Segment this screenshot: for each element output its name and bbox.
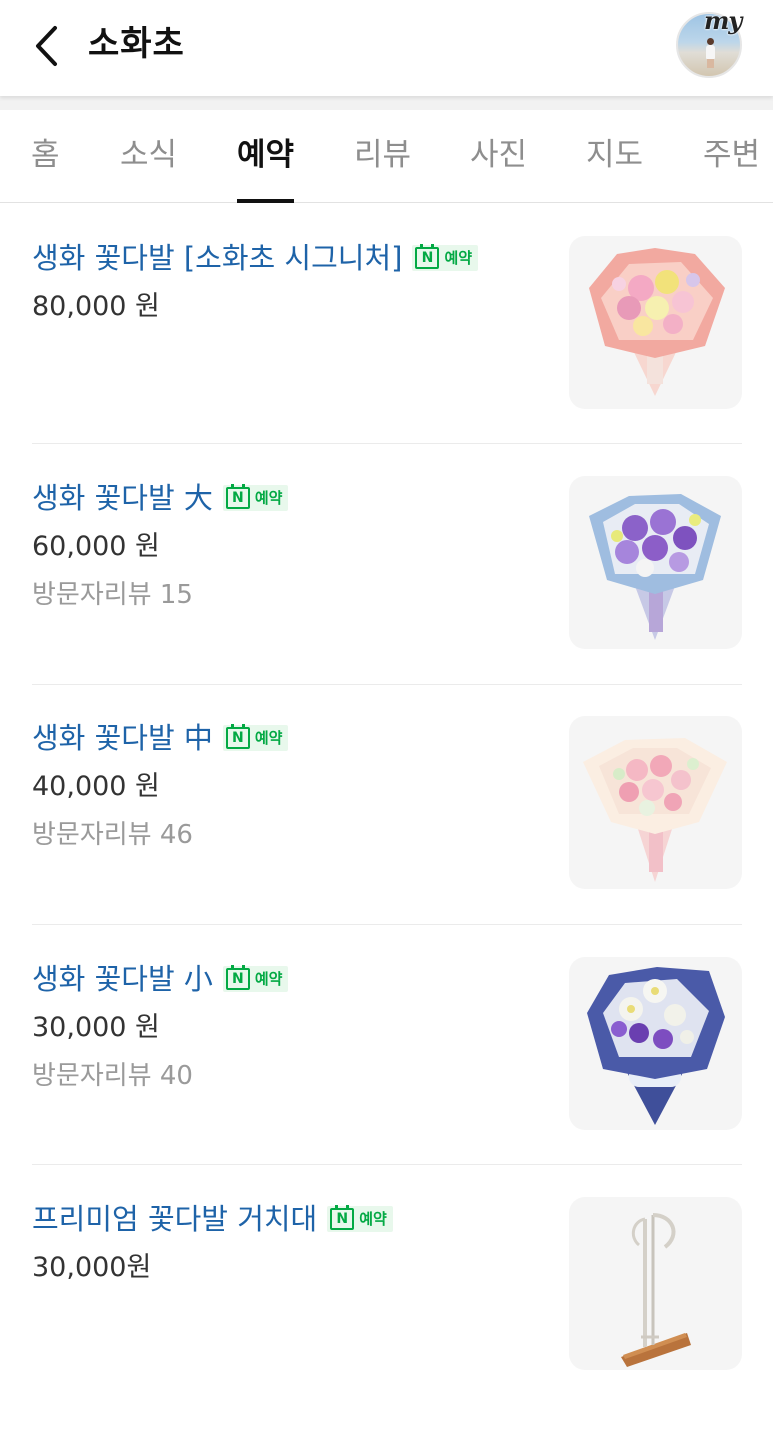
menu-item[interactable]: 생화 꽃다발 小 N 예약 30,000 원 방문자리뷰 40 — [0, 957, 773, 1197]
item-price: 40,000 원 — [32, 771, 160, 802]
badge-label: 예약 — [254, 970, 283, 988]
npay-reservation-badge: N 예약 — [222, 724, 289, 751]
npay-reservation-badge: N 예약 — [327, 1205, 393, 1232]
visitor-review-count: 방문자리뷰 46 — [32, 820, 193, 850]
tab-map[interactable]: 지도 — [586, 132, 643, 178]
pink-bouquet-image — [589, 248, 725, 396]
badge-label: 예약 — [444, 249, 473, 267]
menu-item[interactable]: 생화 꽃다발 中 N 예약 40,000 원 방문자리뷰 46 — [0, 716, 773, 956]
navy-bouquet-image — [587, 967, 725, 1125]
item-name-link[interactable]: 생화 꽃다발 小 N 예약 — [32, 957, 289, 1001]
item-divider — [32, 924, 742, 925]
item-name-text: 생화 꽃다발 中 — [32, 721, 213, 755]
item-thumbnail[interactable] — [569, 236, 742, 409]
tab-photos[interactable]: 사진 — [470, 132, 527, 178]
item-divider — [32, 443, 742, 444]
item-price: 30,000 원 — [32, 1012, 160, 1043]
visitor-review-count: 방문자리뷰 40 — [32, 1061, 193, 1091]
item-thumbnail[interactable] — [569, 957, 742, 1130]
badge-label: 예약 — [254, 489, 283, 507]
light-pink-bouquet-image — [583, 738, 727, 882]
item-price: 30,000원 — [32, 1252, 152, 1283]
item-name-text: 생화 꽃다발 大 — [32, 481, 213, 515]
item-divider — [32, 684, 742, 685]
item-thumbnail[interactable] — [569, 476, 742, 649]
back-button[interactable] — [22, 22, 70, 70]
my-badge: my — [704, 6, 742, 35]
item-price: 80,000 원 — [32, 291, 160, 322]
page-title: 소화초 — [88, 24, 185, 64]
item-name-link[interactable]: 생화 꽃다발 大 N 예약 — [32, 476, 289, 520]
item-name-link[interactable]: 생화 꽃다발 中 N 예약 — [32, 716, 289, 760]
npay-reservation-badge: N 예약 — [412, 244, 479, 271]
active-tab-indicator — [237, 199, 294, 203]
menu-item[interactable]: 프리미엄 꽃다발 거치대 N 예약 30,000원 — [0, 1197, 773, 1437]
tab-reviews[interactable]: 리뷰 — [354, 132, 411, 178]
item-thumbnail[interactable] — [569, 716, 742, 889]
naver-calendar-icon: N — [415, 244, 440, 269]
item-price: 60,000 원 — [32, 531, 160, 562]
npay-reservation-badge: N 예약 — [222, 965, 289, 992]
badge-label: 예약 — [254, 729, 283, 747]
naver-calendar-icon: N — [225, 484, 250, 509]
tab-reservation[interactable]: 예약 — [237, 132, 294, 178]
item-name-link[interactable]: 생화 꽃다발 [소화초 시그니처] N 예약 — [32, 236, 479, 280]
item-thumbnail[interactable] — [569, 1197, 742, 1370]
item-name-text: 프리미엄 꽃다발 거치대 — [32, 1202, 318, 1236]
avatar-photo — [705, 38, 715, 68]
menu-item[interactable]: 생화 꽃다발 大 N 예약 60,000 원 방문자리뷰 15 — [0, 476, 773, 716]
tab-bar: 홈 소식 예약 리뷰 사진 지도 주변 — [0, 110, 773, 203]
visitor-review-count: 방문자리뷰 15 — [32, 580, 193, 610]
top-app-bar: 소화초 my — [0, 0, 773, 96]
tab-news[interactable]: 소식 — [120, 132, 177, 178]
item-name-link[interactable]: 프리미엄 꽃다발 거치대 N 예약 — [32, 1197, 393, 1241]
chevron-left-icon — [36, 26, 57, 66]
item-name-text: 생화 꽃다발 小 — [32, 962, 213, 996]
purple-bouquet-image — [589, 494, 721, 640]
tab-home[interactable]: 홈 — [31, 132, 60, 178]
bouquet-stand-image — [621, 1213, 691, 1367]
item-divider — [32, 1164, 742, 1165]
tab-nearby[interactable]: 주변 — [703, 132, 760, 178]
item-name-text: 생화 꽃다발 [소화초 시그니처] — [32, 241, 403, 275]
badge-label: 예약 — [359, 1210, 387, 1228]
naver-calendar-icon: N — [225, 965, 250, 990]
header-separator — [0, 96, 773, 110]
naver-calendar-icon: N — [330, 1205, 355, 1230]
naver-calendar-icon: N — [225, 724, 250, 749]
npay-reservation-badge: N 예약 — [222, 484, 289, 511]
menu-item[interactable]: 생화 꽃다발 [소화초 시그니처] N 예약 80,000 원 — [0, 236, 773, 476]
